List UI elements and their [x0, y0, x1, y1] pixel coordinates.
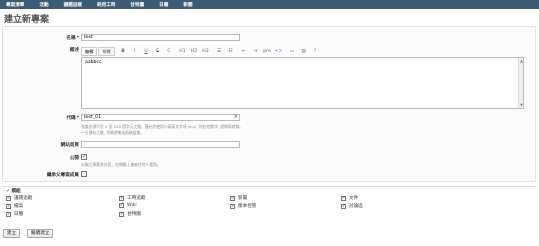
module-checkbox[interactable]: ✓ [341, 195, 346, 201]
module-repository[interactable]: ✓ 版本控管 [230, 203, 256, 209]
tab-preview[interactable]: 預覽 [98, 47, 115, 56]
heading2-icon[interactable]: H2 [189, 48, 199, 55]
nav-gantt[interactable]: 甘特圖 [130, 2, 144, 8]
module-boards[interactable]: ✓ 討論區 [341, 203, 363, 209]
table-icon[interactable]: ▤ [299, 48, 309, 55]
strikethrough-icon[interactable]: S [153, 48, 163, 55]
identifier-hint-2: 一旦儲存之後, 代碼便無法再被變更。 [81, 130, 145, 135]
nav-news[interactable]: 新聞 [183, 2, 192, 8]
module-files[interactable]: ✓ 檔案 [6, 203, 23, 209]
name-label: 名稱* [66, 36, 79, 41]
textarea-scrollbar[interactable]: ▲ ▼ [518, 58, 523, 108]
help-icon[interactable]: ? [310, 48, 320, 55]
create-button[interactable]: 建立 [3, 229, 21, 238]
description-textarea[interactable]: aabbcc ▲ ▼ [81, 57, 524, 109]
public-hint: 公開之專案其內容，在網路上會被任何人看到。 [81, 162, 161, 167]
unordered-list-icon[interactable]: ☰ [214, 48, 224, 55]
editor-toolbar: B I U S C H1 H2 H3 ☰ ☷ ⇤ ⇥ pre <> ▭ ▤ ? [118, 48, 322, 55]
inherit-members-label: 繼承父專案成員 [46, 173, 79, 178]
link-icon[interactable]: <> [274, 48, 284, 55]
module-checkbox[interactable]: ✓ [341, 203, 346, 209]
module-checkbox[interactable]: ✓ [119, 211, 124, 217]
identifier-label: 代碼* [66, 116, 79, 121]
module-news[interactable]: ✓ 新聞 [230, 195, 247, 201]
indent-icon[interactable]: ⇥ [251, 48, 261, 55]
bold-icon[interactable]: B [118, 48, 128, 55]
modules-legend[interactable]: ✓ 模組 [6, 188, 21, 194]
public-label: 公開 [69, 156, 79, 161]
module-checkbox[interactable]: ✓ [6, 211, 11, 217]
module-checkbox[interactable]: ✓ [6, 203, 11, 209]
module-checkbox[interactable]: ✓ [230, 195, 235, 201]
ordered-list-icon[interactable]: ☷ [226, 48, 236, 55]
module-checkbox[interactable]: ✓ [6, 195, 11, 201]
module-calendar[interactable]: ✓ 日曆 [6, 211, 23, 217]
identifier-input[interactable]: test_01 × [81, 114, 240, 121]
description-text: aabbcc [85, 60, 102, 65]
module-checkbox[interactable]: ✓ [230, 203, 235, 209]
italic-icon[interactable]: I [130, 48, 140, 55]
heading3-icon[interactable]: H3 [201, 48, 211, 55]
nav-projects[interactable]: 專案清單 [6, 2, 24, 8]
outdent-icon[interactable]: ⇤ [239, 48, 249, 55]
clear-icon[interactable]: × [234, 115, 238, 120]
top-menu: 專案清單 活動 議題追蹤 耗用工時 甘特圖 日曆 新聞 [0, 0, 539, 9]
homepage-input[interactable] [81, 141, 240, 148]
modules-fieldset: ✓ 模組 ✓ 議題追蹤 ✓ 工時追蹤 ✓ 新聞 ✓ 文件 ✓ 檔案 ✓ Wiki ✓ 版本控管… [2, 186, 536, 223]
module-wiki[interactable]: ✓ Wiki [119, 203, 137, 208]
nav-time-entries[interactable]: 耗用工時 [97, 2, 115, 8]
module-checkbox[interactable]: ✓ [119, 203, 124, 208]
identifier-value: test_01 [84, 115, 101, 120]
editor-tabs: 編輯 預覽 [81, 47, 116, 56]
code-icon[interactable]: C [164, 48, 174, 55]
description-label: 概述 [69, 48, 79, 53]
nav-activity[interactable]: 活動 [39, 2, 48, 8]
page-title: 建立新專案 [4, 15, 50, 25]
nav-calendar[interactable]: 日曆 [159, 2, 168, 8]
scroll-down-icon[interactable]: ▼ [519, 103, 524, 107]
tab-edit[interactable]: 編輯 [81, 47, 98, 56]
preformatted-icon[interactable]: pre [262, 48, 272, 55]
homepage-label: 網站首頁 [60, 143, 79, 148]
image-icon[interactable]: ▭ [287, 48, 297, 55]
module-time-tracking[interactable]: ✓ 工時追蹤 [119, 195, 145, 201]
nav-issues[interactable]: 議題追蹤 [64, 2, 82, 8]
heading1-icon[interactable]: H1 [178, 48, 188, 55]
name-input[interactable]: test [81, 34, 240, 41]
public-checkbox[interactable]: ✓ [81, 154, 87, 160]
module-checkbox[interactable]: ✓ [119, 195, 124, 201]
module-gantt[interactable]: ✓ 甘特圖 [119, 211, 141, 217]
module-documents[interactable]: ✓ 文件 [341, 195, 358, 201]
create-and-continue-button[interactable]: 繼續建立 [27, 229, 54, 238]
scroll-up-icon[interactable]: ▲ [519, 59, 524, 63]
underline-icon[interactable]: U [141, 48, 151, 55]
inherit-members-checkbox[interactable] [81, 171, 87, 177]
module-issue-tracking[interactable]: ✓ 議題追蹤 [6, 195, 32, 201]
